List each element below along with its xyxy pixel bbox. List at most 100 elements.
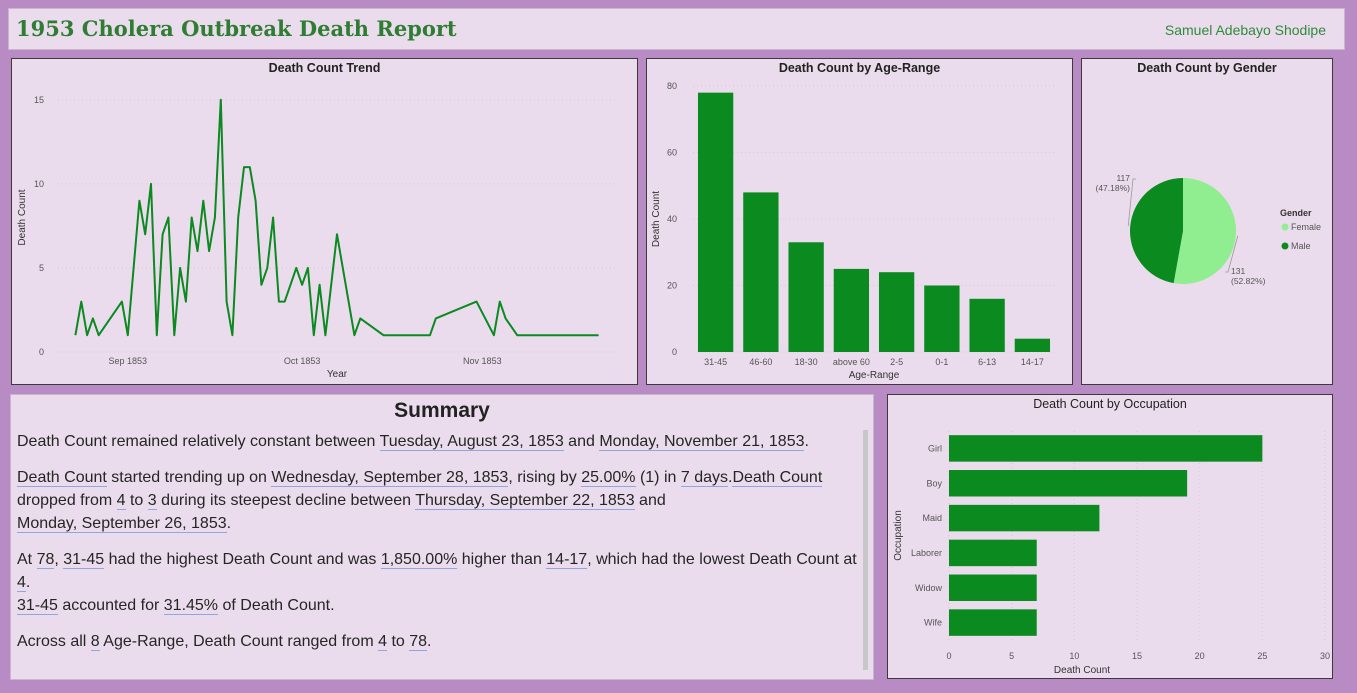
bar-0-1 xyxy=(924,285,960,352)
summary-text: Age-Range, Death Count ranged from xyxy=(99,633,379,650)
x-tick-label: 0 xyxy=(946,651,951,661)
summary-text: accounted for xyxy=(57,597,164,614)
y-axis-title: Death Count xyxy=(651,191,662,247)
summary-text: , xyxy=(54,551,64,568)
x-tick-label: Nov 1853 xyxy=(463,356,502,366)
legend-marker-female xyxy=(1281,223,1289,231)
summary-text: and xyxy=(634,492,666,509)
summary-highlight-value[interactable]: 8 xyxy=(90,633,100,651)
x-tick-label: 46-60 xyxy=(749,357,772,367)
summary-highlight-value[interactable]: Tuesday, August 23, 1853 xyxy=(379,433,564,451)
summary-highlight-value[interactable]: Monday, September 26, 1853 xyxy=(17,515,227,533)
y-tick-label: Maid xyxy=(922,513,942,523)
y-axis-title: Occupation xyxy=(893,510,904,561)
bar-6-13 xyxy=(969,298,1005,352)
x-tick-label: 31-45 xyxy=(704,357,727,367)
y-tick-label: Boy xyxy=(926,478,942,488)
report-title: 1953 Cholera Outbreak Death Report xyxy=(16,16,457,41)
summary-panel: Summary Death Count remained relatively … xyxy=(10,394,874,680)
death-count-by-age-chart[interactable]: Death Count by Age-Range 0 20 40 60 80 31-45 4… xyxy=(646,58,1073,385)
bar-18-30 xyxy=(788,242,824,352)
summary-highlight-value[interactable]: 31-45 xyxy=(17,597,58,615)
y-tick-label: 0 xyxy=(39,347,44,357)
y-tick-label: Laborer xyxy=(911,548,942,558)
occupation-plot: 0 5 10 15 20 25 30 Girl Boy Maid Laborer Widow Wife D… xyxy=(893,431,1330,676)
x-tick-label: 0-1 xyxy=(935,357,948,367)
summary-text: dropped from xyxy=(17,492,117,509)
summary-text: (1) in xyxy=(635,469,681,486)
summary-highlight-value[interactable]: 4 xyxy=(116,492,126,510)
summary-scrollbar[interactable] xyxy=(863,430,868,670)
y-tick-label: 80 xyxy=(667,81,677,91)
death-count-by-occupation-chart[interactable]: Death Count by Occupation 0 5 10 15 20 25 30 Gi… xyxy=(887,394,1333,679)
y-tick-label: 60 xyxy=(667,148,677,158)
data-label-percent: (52.82%) xyxy=(1231,276,1266,286)
pie-slice-female xyxy=(1173,178,1236,284)
x-tick-label: 25 xyxy=(1257,651,1267,661)
summary-highlight-value[interactable]: 14-17 xyxy=(546,551,588,569)
summary-paragraph: Across all 8 Age-Range, Death Count rang… xyxy=(17,630,857,653)
y-tick-label: Widow xyxy=(915,583,943,593)
x-tick-label: 20 xyxy=(1195,651,1205,661)
summary-text: and xyxy=(563,433,600,450)
summary-highlight-value[interactable]: 4 xyxy=(17,574,26,592)
x-tick-label: 30 xyxy=(1320,651,1330,661)
x-tick-label: 14-17 xyxy=(1021,357,1044,367)
report-header: 1953 Cholera Outbreak Death Report Samue… xyxy=(8,8,1345,50)
x-axis-title: Age-Range xyxy=(849,370,900,381)
data-label-value: 117 xyxy=(1116,173,1130,183)
summary-title: Summary xyxy=(394,399,490,422)
summary-highlight-value[interactable]: Death Count xyxy=(732,469,823,487)
legend-label-female: Female xyxy=(1291,222,1321,232)
legend-label-male: Male xyxy=(1291,241,1311,251)
summary-paragraph: At 78, 31-45 had the highest Death Count… xyxy=(17,548,857,617)
bar-maid xyxy=(949,504,1100,532)
summary-text: to xyxy=(125,492,148,509)
summary-paragraph: Death Count remained relatively constant… xyxy=(17,430,857,453)
x-tick-label: 5 xyxy=(1009,651,1014,661)
bar-wife xyxy=(949,609,1037,636)
summary-text: of Death Count. xyxy=(218,597,335,614)
pie-slice-male xyxy=(1130,178,1183,284)
age-plot: 0 20 40 60 80 31-45 46-60 18-30 above 60 2-5 0-1 6-… xyxy=(651,81,1055,381)
summary-highlight-value[interactable]: Death Count xyxy=(17,469,107,487)
x-tick-label: 6-13 xyxy=(978,357,996,367)
y-tick-label: 10 xyxy=(34,179,44,189)
summary-highlight-value[interactable]: 31.45% xyxy=(163,597,219,615)
summary-text: during its steepest decline between xyxy=(156,492,416,509)
legend-title: Gender xyxy=(1280,208,1312,218)
x-tick-label: 2-5 xyxy=(890,357,903,367)
bar-girl xyxy=(949,435,1263,462)
summary-highlight-value[interactable]: 25.00% xyxy=(581,469,636,487)
summary-highlight-value[interactable]: 78 xyxy=(36,551,55,569)
summary-highlight-value[interactable]: Wednesday, September 28, 1853 xyxy=(271,469,509,487)
x-axis-title: Year xyxy=(327,369,348,380)
summary-highlight-value[interactable]: 78 xyxy=(409,633,428,651)
summary-highlight-value[interactable]: 1,850.00% xyxy=(380,551,458,569)
summary-highlight-value[interactable]: Monday, November 21, 1853 xyxy=(599,433,805,451)
summary-highlight-value[interactable]: 4 xyxy=(378,633,387,651)
summary-text: . xyxy=(804,433,809,450)
summary-text: At xyxy=(17,551,37,568)
y-tick-label: Wife xyxy=(924,618,942,628)
summary-highlight-value[interactable]: 3 xyxy=(147,492,157,510)
y-tick-label: 40 xyxy=(667,214,677,224)
summary-text: Across all xyxy=(17,633,91,650)
gender-plot: 131(52.82%) 117(47.18%) Gender Female Male xyxy=(1096,173,1322,286)
death-count-trend-chart[interactable]: Death Count Trend 0 5 10 15 Sep 1853 Oct 1853… xyxy=(11,58,638,385)
summary-text: . xyxy=(427,633,432,650)
death-count-by-gender-chart[interactable]: Death Count by Gender 131 (52.82%) 117 (47.… xyxy=(1081,58,1333,385)
summary-text: , which had the lowest Death Count at xyxy=(587,551,857,568)
summary-text: had the highest Death Count and was xyxy=(104,551,381,568)
y-axis-title: Death Count xyxy=(17,189,28,245)
summary-paragraph: Death Count started trending up on Wedne… xyxy=(17,466,857,535)
y-tick-label: 0 xyxy=(672,347,677,357)
bar-laborer xyxy=(949,539,1037,567)
bar-14-17 xyxy=(1014,338,1051,352)
summary-highlight-value[interactable]: 7 days xyxy=(680,469,728,487)
summary-highlight-value[interactable]: Thursday, September 22, 1853 xyxy=(415,492,635,510)
bar-above-60 xyxy=(833,268,870,352)
data-label-value: 131 xyxy=(1231,266,1245,276)
summary-text: . xyxy=(25,574,31,591)
summary-highlight-value[interactable]: 31-45 xyxy=(63,551,105,569)
